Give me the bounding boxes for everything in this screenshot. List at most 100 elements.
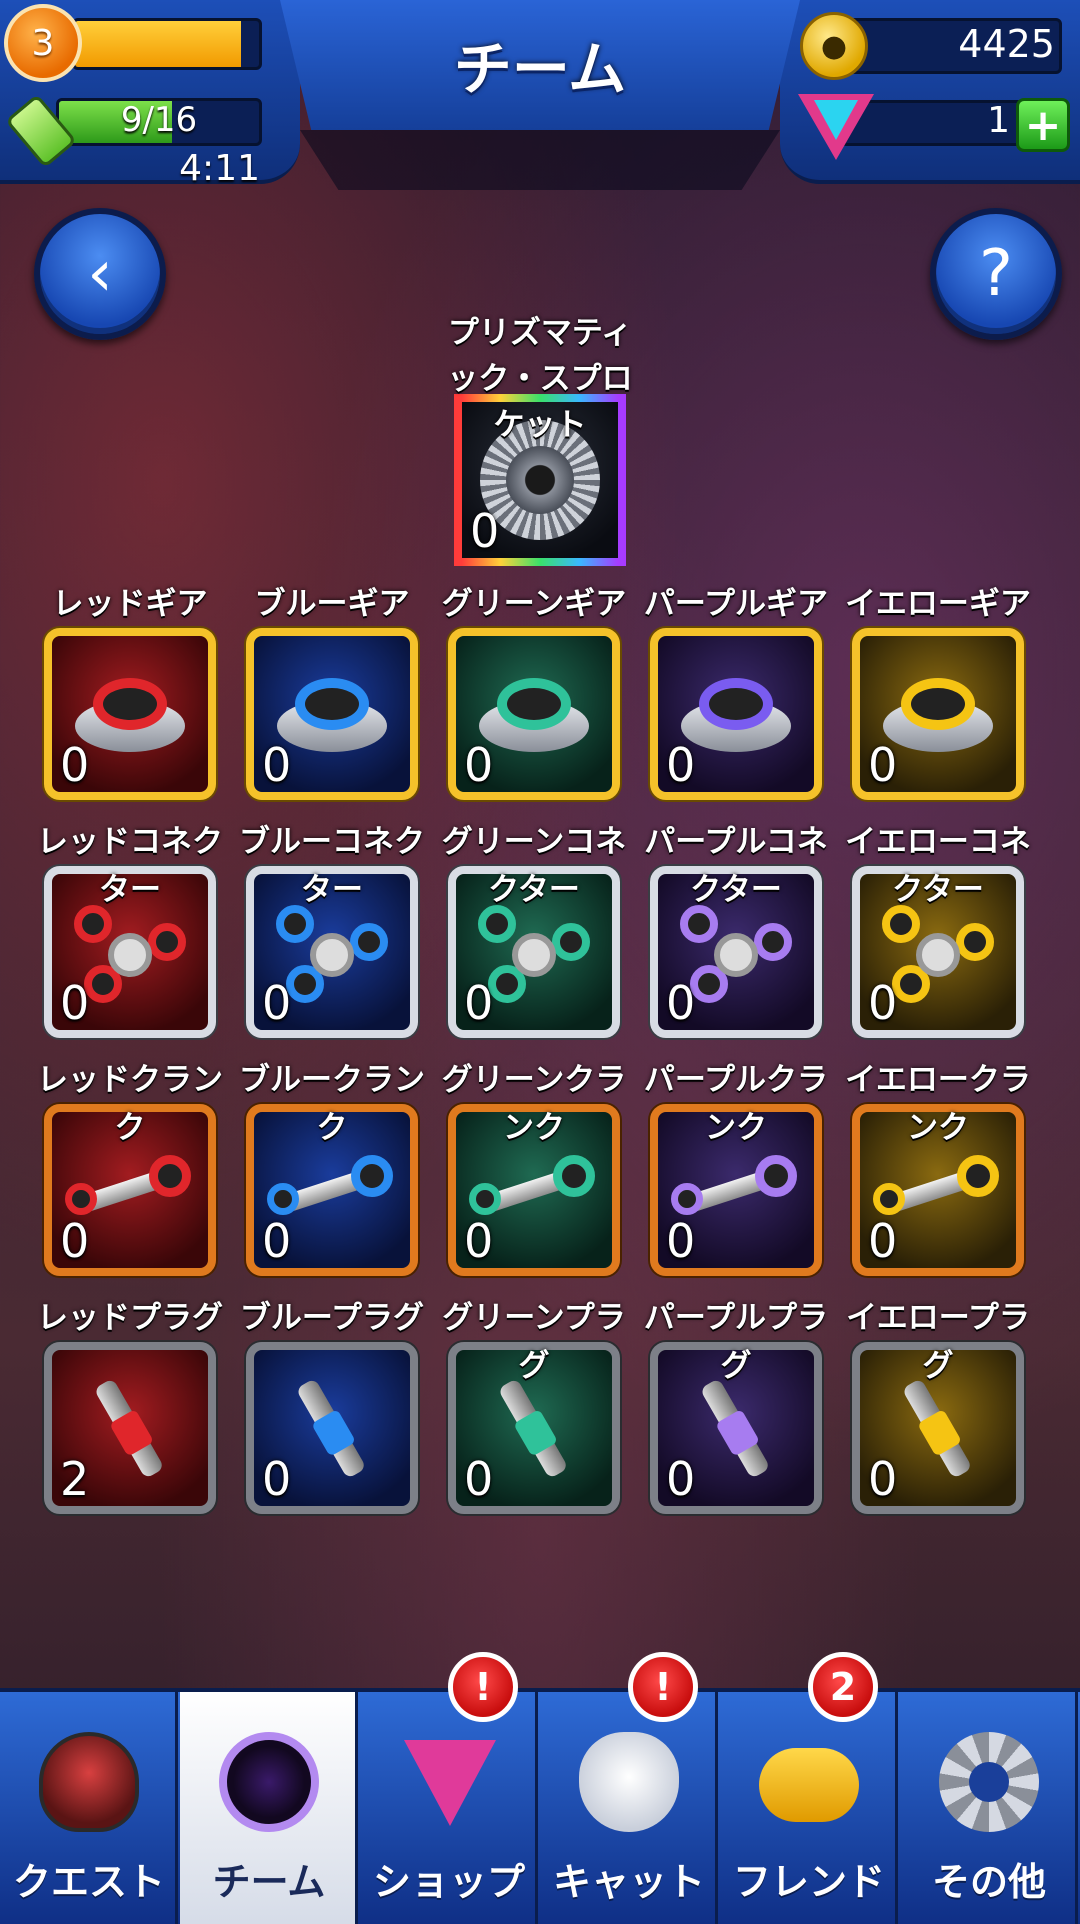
item-count: 0 xyxy=(868,1214,898,1268)
item-count: 0 xyxy=(666,738,696,792)
item-name: グリーンコネクター xyxy=(441,824,627,908)
item-tile: 2 xyxy=(44,1342,216,1514)
item-card[interactable]: レッドプラグ 2 xyxy=(37,1294,223,1522)
item-prismatic-sprocket[interactable]: プリズマティック・スプロケット 0 xyxy=(447,315,633,566)
item-tile: 0 xyxy=(448,628,620,800)
item-card[interactable]: パープルギア 0 xyxy=(644,580,828,808)
item-card[interactable]: ブループラグ 0 xyxy=(240,1294,424,1522)
xp-progress-bar xyxy=(72,18,262,70)
plug-icon xyxy=(74,1361,186,1495)
item-name: グリーンギア xyxy=(441,586,627,622)
item-name: レッドコネクター xyxy=(37,824,223,908)
nav-label: チーム xyxy=(212,1860,326,1904)
item-card[interactable]: イエローギア 0 xyxy=(845,580,1031,808)
item-count: 0 xyxy=(868,1452,898,1506)
nav-label: ショップ xyxy=(372,1860,525,1904)
item-name: パープルコネクター xyxy=(644,824,828,908)
item-tile: 0 xyxy=(246,1342,418,1514)
item-name: ブルーコネクター xyxy=(239,824,425,908)
energy-count: 9/16 xyxy=(120,100,198,140)
item-card[interactable]: イエロープラグ 0 xyxy=(846,1294,1030,1522)
item-count: 0 xyxy=(464,738,494,792)
notification-badge: ! xyxy=(628,1652,698,1722)
item-card[interactable]: パープルコネクター 0 xyxy=(644,818,828,1046)
nav-label: フレンド xyxy=(732,1860,885,1904)
item-count: 0 xyxy=(262,976,292,1030)
item-count: 0 xyxy=(868,738,898,792)
item-card[interactable]: パープルプラグ 0 xyxy=(644,1294,828,1522)
shop-gem-icon xyxy=(404,1740,496,1826)
item-count: 0 xyxy=(262,1214,292,1268)
item-card[interactable]: ブルーギア 0 xyxy=(240,580,424,808)
notification-badge: ! xyxy=(448,1652,518,1722)
item-count: 2 xyxy=(60,1452,90,1506)
nav-shop[interactable]: ショップ! xyxy=(360,1652,538,1924)
item-name: イエローギア xyxy=(845,586,1031,622)
nav-other[interactable]: その他 xyxy=(900,1692,1078,1924)
item-name: ブループラグ xyxy=(239,1300,425,1336)
item-card[interactable]: イエローコネクター 0 xyxy=(845,818,1031,1046)
item-count: 0 xyxy=(60,1214,90,1268)
gem-count: 1 xyxy=(987,100,1010,141)
item-name: レッドクランク xyxy=(37,1062,223,1146)
energy-timer: 4:11 xyxy=(179,148,260,189)
item-name: プリズマティック・スプロケット xyxy=(447,315,633,443)
item-count: 0 xyxy=(262,1452,292,1506)
back-button[interactable]: ‹ xyxy=(34,208,166,340)
item-count: 0 xyxy=(666,976,696,1030)
item-card[interactable]: ブルークランク 0 xyxy=(239,1056,425,1284)
gear-icon xyxy=(681,674,791,754)
item-name: グリーンクランク xyxy=(441,1062,627,1146)
item-card[interactable]: グリーンプラグ 0 xyxy=(442,1294,626,1522)
item-name: イエローコネクター xyxy=(845,824,1031,908)
item-name: グリーンプラグ xyxy=(442,1300,626,1384)
item-card[interactable]: ブルーコネクター 0 xyxy=(239,818,425,1046)
gear-icon xyxy=(883,674,993,754)
coin-count: 4425 xyxy=(958,22,1055,66)
friend-chat-icon xyxy=(759,1748,859,1822)
item-count: 0 xyxy=(666,1452,696,1506)
bottom-nav: クエスト チーム ショップ! キャット! フレンド 2 その他 xyxy=(0,1652,1080,1924)
item-card[interactable]: グリーンクランク 0 xyxy=(442,1056,626,1284)
nav-label: その他 xyxy=(931,1860,1046,1904)
coin-icon: ● xyxy=(800,12,868,80)
page-title: チーム xyxy=(453,35,627,103)
item-card[interactable]: グリーンコネクター 0 xyxy=(442,818,626,1046)
notification-badge: 2 xyxy=(808,1652,878,1722)
top-bar: チーム 3 9/16 4:11 4425 ● 1 + xyxy=(0,0,1080,200)
item-name: レッドギア xyxy=(52,586,208,622)
item-card[interactable]: イエロークランク 0 xyxy=(845,1056,1031,1284)
item-name: ブルーギア xyxy=(254,586,410,622)
item-tile: 0 xyxy=(650,628,822,800)
item-tile: 0 xyxy=(246,628,418,800)
item-count: 0 xyxy=(60,976,90,1030)
gear-icon xyxy=(75,674,185,754)
item-card[interactable]: レッドクランク 0 xyxy=(37,1056,223,1284)
item-count: 0 xyxy=(666,1214,696,1268)
nav-friend[interactable]: フレンド 2 xyxy=(720,1652,898,1924)
nav-quest[interactable]: クエスト xyxy=(0,1692,178,1924)
nav-label: キャット xyxy=(552,1860,705,1904)
item-name: パープルクランク xyxy=(643,1062,829,1146)
item-count: 0 xyxy=(470,504,500,558)
gear-icon xyxy=(479,674,589,754)
help-button[interactable]: ? xyxy=(930,208,1062,340)
item-card[interactable]: レッドギア 0 xyxy=(38,580,222,808)
quest-robot-icon xyxy=(39,1732,139,1832)
item-count: 0 xyxy=(60,738,90,792)
item-name: イエロークランク xyxy=(845,1062,1031,1146)
nav-cat[interactable]: キャット! xyxy=(540,1652,718,1924)
item-count: 0 xyxy=(262,738,292,792)
item-card[interactable]: グリーンギア 0 xyxy=(442,580,626,808)
item-card[interactable]: パープルクランク 0 xyxy=(644,1056,828,1284)
add-gems-button[interactable]: + xyxy=(1016,98,1070,152)
item-name: パープルプラグ xyxy=(643,1300,829,1384)
item-name: パープルギア xyxy=(643,586,829,622)
item-card[interactable]: レッドコネクター 0 xyxy=(37,818,223,1046)
nav-team[interactable]: チーム xyxy=(180,1692,358,1924)
cat-icon xyxy=(579,1732,679,1832)
gear-icon xyxy=(277,674,387,754)
team-helmet-icon xyxy=(219,1732,319,1832)
title-banner-shadow xyxy=(300,130,780,190)
help-icon: ? xyxy=(979,237,1013,311)
